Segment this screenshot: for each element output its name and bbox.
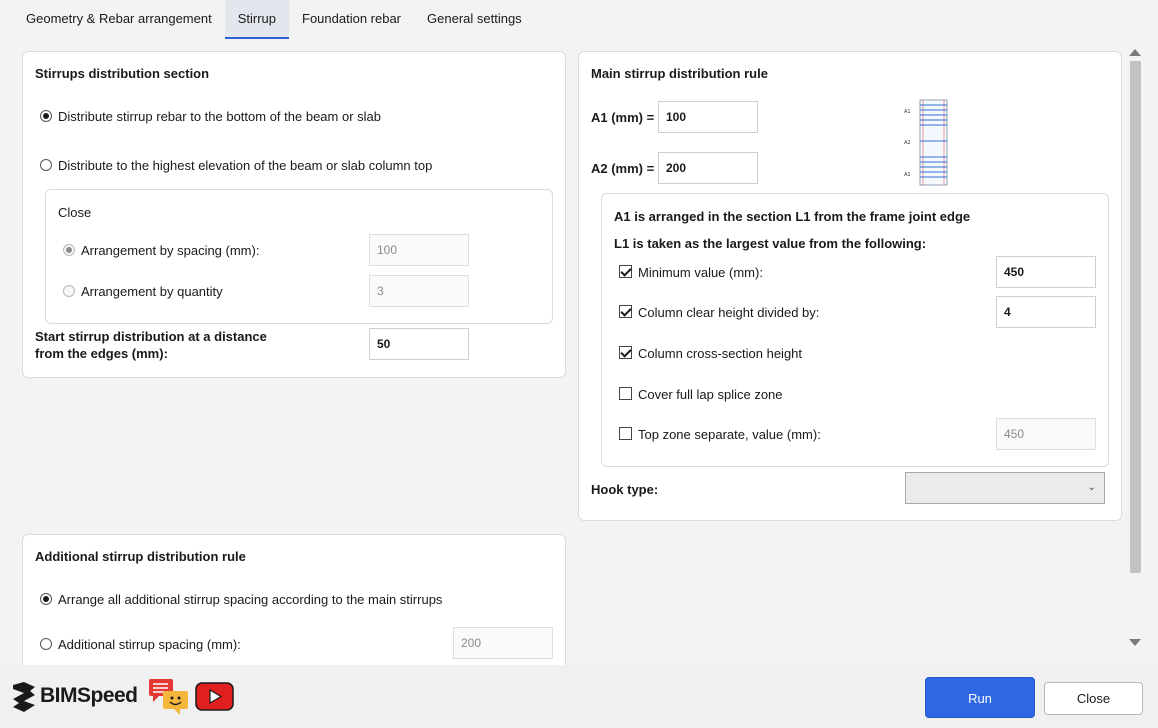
scrollbar-thumb[interactable] (1130, 61, 1141, 573)
a2-label: A2 (mm) = (591, 161, 655, 176)
checkbox-cross-section[interactable] (619, 346, 632, 359)
label-arrange-quantity[interactable]: Arrangement by quantity (81, 284, 223, 299)
clear-height-input[interactable]: 4 (996, 296, 1096, 328)
close-button[interactable]: Close (1044, 682, 1143, 715)
youtube-icon[interactable] (195, 682, 234, 711)
label-additional-spacing[interactable]: Additional stirrup spacing (mm): (58, 637, 241, 652)
checkbox-min-value[interactable] (619, 265, 632, 278)
diagram-label-bottom: A1 (904, 172, 911, 178)
checkbox-top-zone[interactable] (619, 427, 632, 440)
start-distance-input[interactable]: 50 (369, 328, 469, 360)
start-distance-label-line2: from the edges (mm): (35, 346, 168, 361)
bimspeed-logo-icon (10, 681, 38, 713)
radio-arrange-quantity[interactable] (63, 285, 75, 297)
label-distribute-highest[interactable]: Distribute to the highest elevation of t… (58, 158, 432, 173)
hook-type-label: Hook type: (591, 482, 659, 497)
min-value-input[interactable]: 450 (996, 256, 1096, 288)
checkbox-lap-splice[interactable] (619, 387, 632, 400)
quantity-input[interactable]: 3 (369, 275, 469, 307)
diagram-label-mid: A2 (904, 140, 911, 146)
tab-stirrup[interactable]: Stirrup (224, 0, 289, 39)
radio-arrange-spacing[interactable] (63, 244, 75, 256)
chevron-down-icon: ⌄ (1087, 482, 1096, 493)
spacing-input[interactable]: 100 (369, 234, 469, 266)
tab-bar: Geometry & Rebar arrangement Stirrup Fou… (0, 0, 535, 39)
close-group-title: Close (58, 205, 92, 220)
label-distribute-bottom[interactable]: Distribute stirrup rebar to the bottom o… (58, 109, 381, 124)
top-zone-input[interactable]: 450 (996, 418, 1096, 450)
label-clear-height[interactable]: Column clear height divided by: (638, 305, 819, 320)
a1-label: A1 (mm) = (591, 110, 655, 125)
diagram-label-top: A1 (904, 109, 911, 115)
a2-input[interactable]: 200 (658, 152, 758, 184)
tab-geometry[interactable]: Geometry & Rebar arrangement (0, 0, 225, 39)
l1-group-subtitle: L1 is taken as the largest value from th… (614, 236, 927, 251)
label-min-value[interactable]: Minimum value (mm): (638, 265, 763, 280)
radio-additional-main[interactable] (40, 593, 52, 605)
tab-general-settings[interactable]: General settings (414, 0, 535, 39)
radio-distribute-bottom[interactable] (40, 110, 52, 122)
label-lap-splice[interactable]: Cover full lap splice zone (638, 387, 783, 402)
start-distance-label-line1: Start stirrup distribution at a distance (35, 329, 267, 344)
additional-spacing-input[interactable]: 200 (453, 627, 553, 659)
stirrup-diagram: A1 A2 A1 (902, 98, 952, 188)
scroll-down-arrow-icon[interactable] (1129, 639, 1141, 646)
label-additional-main[interactable]: Arrange all additional stirrup spacing a… (58, 592, 442, 607)
scroll-up-arrow-icon[interactable] (1129, 49, 1141, 56)
tab-foundation-rebar[interactable]: Foundation rebar (289, 0, 414, 39)
chat-icon[interactable] (148, 677, 190, 717)
stirrups-section-title: Stirrups distribution section (35, 66, 210, 81)
a1-input[interactable]: 100 (658, 101, 758, 133)
radio-additional-spacing[interactable] (40, 638, 52, 650)
hook-type-select[interactable]: ⌄ (905, 472, 1105, 504)
label-top-zone[interactable]: Top zone separate, value (mm): (638, 427, 821, 442)
checkbox-clear-height[interactable] (619, 305, 632, 318)
brand-name: BIMSpeed (40, 684, 138, 707)
label-arrange-spacing[interactable]: Arrangement by spacing (mm): (81, 243, 259, 258)
l1-group-title: A1 is arranged in the section L1 from th… (614, 209, 971, 224)
main-rule-title: Main stirrup distribution rule (591, 66, 768, 81)
run-button[interactable]: Run (925, 677, 1035, 718)
additional-rule-title: Additional stirrup distribution rule (35, 549, 246, 564)
radio-distribute-highest[interactable] (40, 159, 52, 171)
label-cross-section[interactable]: Column cross-section height (638, 346, 802, 361)
